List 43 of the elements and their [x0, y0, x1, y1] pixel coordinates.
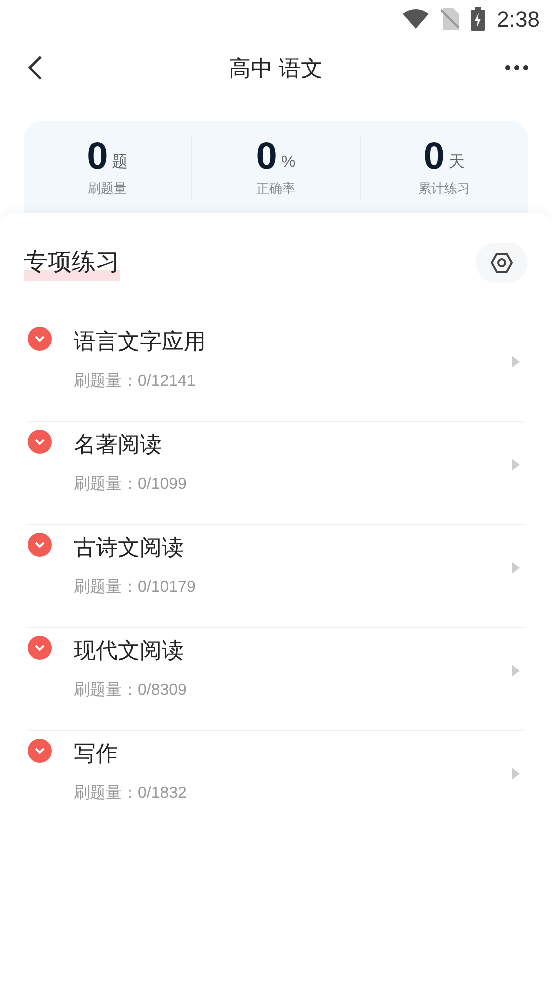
chevron-down-icon [28, 636, 52, 660]
practice-item[interactable]: 现代文阅读 刷题量：0/8309 [28, 628, 524, 731]
no-sim-icon [441, 8, 460, 30]
wifi-icon [403, 9, 430, 29]
arrow-right-icon [512, 356, 520, 368]
stat-unit: 题 [112, 153, 128, 173]
item-count: 刷题量：0/1832 [74, 784, 188, 804]
chevron-down-icon [28, 327, 52, 351]
item-count: 刷题量：0/12141 [74, 372, 197, 392]
practice-item[interactable]: 写作 刷题量：0/1832 [28, 731, 524, 834]
page-title: 高中 语文 [228, 54, 324, 82]
arrow-right-icon [512, 665, 520, 677]
item-title: 语言文字应用 [74, 328, 207, 356]
stat-value: 0 [424, 137, 445, 177]
item-count: 刷题量：0/1099 [74, 475, 188, 495]
chevron-down-icon [28, 533, 52, 557]
item-count: 刷题量：0/10179 [74, 578, 197, 598]
stat-unit: % [281, 153, 296, 173]
practice-item[interactable]: 古诗文阅读 刷题量：0/10179 [28, 525, 524, 628]
arrow-right-icon [512, 562, 520, 574]
chevron-down-icon [28, 739, 52, 763]
item-title: 现代文阅读 [74, 637, 185, 665]
item-title: 写作 [74, 740, 119, 768]
arrow-right-icon [512, 459, 520, 471]
chevron-down-icon [28, 430, 52, 454]
battery-icon [471, 7, 486, 31]
stat-label: 正确率 [256, 180, 296, 198]
stat-value: 0 [87, 137, 108, 177]
stat-unit: 天 [448, 153, 465, 173]
status-time: 2:38 [497, 6, 540, 34]
practice-item[interactable]: 名著阅读 刷题量：0/1099 [28, 422, 524, 525]
item-count: 刷题量：0/8309 [74, 681, 188, 701]
hexagon-icon [490, 251, 514, 275]
arrow-right-icon [512, 768, 520, 780]
stat-label: 累计练习 [418, 180, 470, 198]
more-icon [505, 65, 529, 71]
settings-button[interactable] [476, 243, 528, 283]
stat-value: 0 [256, 137, 278, 177]
item-title: 古诗文阅读 [74, 534, 185, 562]
item-title: 名著阅读 [74, 431, 163, 459]
back-icon [27, 55, 43, 81]
stat-label: 刷题量 [88, 180, 128, 198]
practice-item[interactable]: 语言文字应用 刷题量：0/12141 [28, 319, 524, 422]
